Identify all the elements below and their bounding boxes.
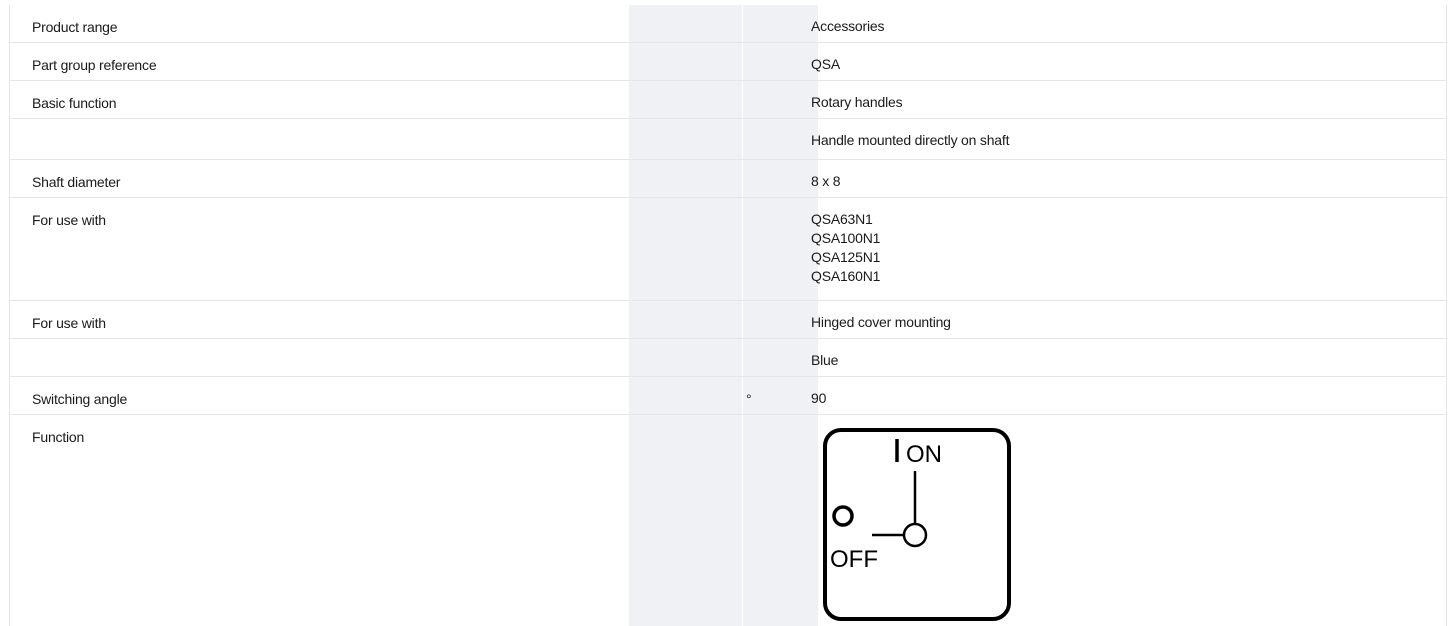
value-line: QSA100N1 [811,230,881,246]
spec-row-part-group: Part group reference QSA [10,43,1446,81]
row-value: Rotary handles [811,93,903,112]
row-value: 8 x 8 [811,172,841,191]
spec-row-for-use-with: For use with QSA63N1 QSA100N1 QSA125N1 Q… [10,198,1446,301]
value-line: QSA [811,56,840,72]
spec-row-for-use-with-cover: For use with Hinged cover mounting [10,301,1446,339]
row-value: Hinged cover mounting [811,313,951,332]
row-value: QSA [811,55,840,74]
spec-table: Product range Accessories Part group ref… [9,5,1447,626]
row-label: For use with [32,315,106,331]
on-off-function-diagram: ON OFF [823,428,1011,621]
value-line: 8 x 8 [811,173,841,189]
value-line: 90 [811,390,827,406]
value-line: QSA160N1 [811,268,881,284]
spec-row-mounting: Handle mounted directly on shaft [10,119,1446,160]
spec-row-shaft-diameter: Shaft diameter 8 x 8 [10,160,1446,198]
row-label: Shaft diameter [32,174,121,190]
row-label: Product range [32,19,118,35]
off-label: OFF [830,546,878,573]
value-line: Rotary handles [811,94,903,110]
value-line: QSA125N1 [811,249,881,265]
row-label: Part group reference [32,57,157,73]
spec-row-product-range: Product range Accessories [10,5,1446,43]
row-label: For use with [32,212,106,228]
row-value: QSA63N1 QSA100N1 QSA125N1 QSA160N1 [811,210,880,286]
off-marker-circle [832,505,854,527]
spec-row-basic-function: Basic function Rotary handles [10,81,1446,119]
spec-row-switching-angle: Switching angle ° 90 [10,377,1446,415]
spec-row-function: Function ON OFF [10,415,1446,626]
row-value: Accessories [811,17,884,36]
row-label: Switching angle [32,391,128,407]
on-label: ON [906,441,942,468]
row-value: Blue [811,351,838,370]
value-line: Handle mounted directly on shaft [811,132,1010,148]
row-unit: ° [746,391,752,407]
value-line: QSA63N1 [811,211,873,227]
value-line: Accessories [811,18,885,34]
spec-row-color: Blue [10,339,1446,377]
row-value: Handle mounted directly on shaft [811,131,1009,150]
value-line: Blue [811,352,839,368]
pivot-circle [902,522,928,548]
row-value: 90 [811,389,826,408]
row-label: Function [32,429,85,445]
row-label: Basic function [32,95,117,111]
value-line: Hinged cover mounting [811,314,951,330]
